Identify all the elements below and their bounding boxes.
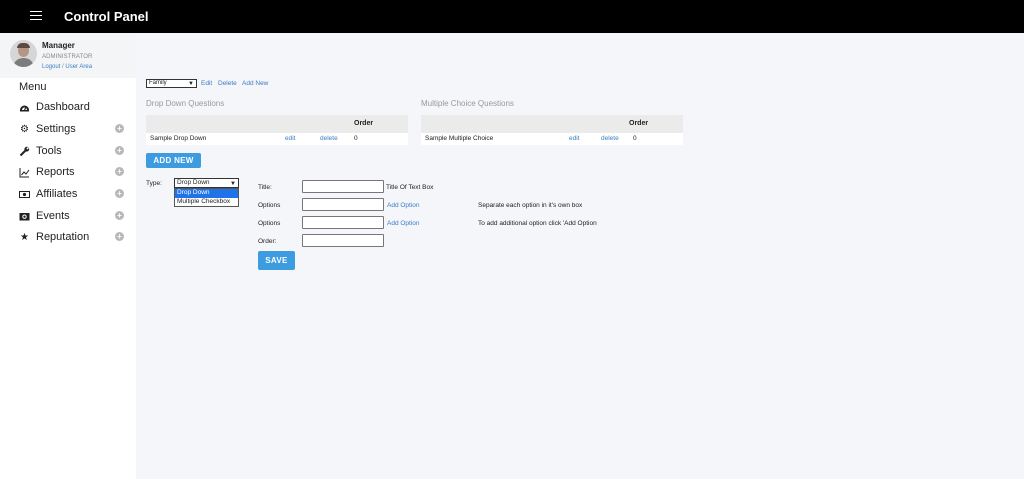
line-chart-icon <box>19 167 30 178</box>
type-options-list: Drop Down Multiple Checkbox <box>174 188 239 207</box>
expand-icon[interactable]: + <box>115 167 124 176</box>
title-hint: Title Of Text Box <box>386 184 434 191</box>
user-name: Manager <box>42 41 75 50</box>
sidebar-item-label: Tools <box>36 145 62 157</box>
table-header: Order <box>421 115 683 133</box>
delete-category-link[interactable]: Delete <box>218 80 237 87</box>
category-select-value: Family <box>149 80 167 86</box>
chevron-down-icon: ▼ <box>230 181 236 187</box>
option-2-label: Options <box>258 220 281 227</box>
options-hint-add: To add additional option click 'Add Opti… <box>478 220 597 227</box>
expand-icon[interactable]: + <box>115 146 124 155</box>
save-button[interactable]: SAVE <box>258 251 295 270</box>
add-new-category-link[interactable]: Add New <box>242 80 268 87</box>
delete-link[interactable]: delete <box>601 135 619 142</box>
menu-heading: Menu <box>19 81 47 93</box>
edit-link[interactable]: edit <box>569 135 579 142</box>
sidebar-item-tools[interactable]: Tools + <box>0 142 136 162</box>
sidebar-item-settings[interactable]: ⚙ Settings + <box>0 120 136 140</box>
wrench-icon <box>19 146 30 157</box>
sidebar-item-label: Events <box>36 210 70 222</box>
sidebar-item-dashboard[interactable]: Dashboard <box>0 98 136 118</box>
hamburger-icon[interactable] <box>30 11 42 21</box>
question-name: Sample Drop Down <box>150 135 207 142</box>
user-links: Logout / User Area <box>42 64 92 70</box>
expand-icon[interactable]: + <box>115 124 124 133</box>
type-select-value: Drop Down <box>177 179 210 186</box>
order-column-header: Order <box>354 120 374 127</box>
table-row: Sample Multiple Choice edit delete 0 <box>421 133 683 145</box>
expand-icon[interactable]: + <box>115 232 124 241</box>
dashboard-icon <box>19 102 30 113</box>
category-select[interactable]: Family ▼ <box>146 79 197 88</box>
edit-link[interactable]: edit <box>285 135 295 142</box>
gear-icon: ⚙ <box>20 124 29 135</box>
table-row: Sample Drop Down edit delete 0 <box>146 133 408 145</box>
sidebar-item-label: Reputation <box>36 231 90 243</box>
avatar <box>10 40 37 67</box>
option-1-input[interactable] <box>302 198 384 211</box>
sidebar-item-label: Settings <box>36 123 76 135</box>
table-header: Order <box>146 115 408 133</box>
sidebar-item-reputation[interactable]: ★ Reputation + <box>0 228 136 248</box>
title-label: Title: <box>258 184 272 191</box>
user-role: ADMINISTRATOR <box>42 54 93 60</box>
sidebar-item-label: Affiliates <box>36 188 78 200</box>
delete-link[interactable]: delete <box>320 135 338 142</box>
type-option-multiple-checkbox[interactable]: Multiple Checkbox <box>175 198 238 207</box>
app-title: Control Panel <box>64 9 149 24</box>
sidebar-item-label: Reports <box>36 166 75 178</box>
order-label: Order: <box>258 238 277 245</box>
add-option-link[interactable]: Add Option <box>387 220 420 227</box>
type-label: Type: <box>146 180 162 187</box>
money-icon <box>19 189 30 200</box>
expand-icon[interactable]: + <box>115 189 124 198</box>
type-option-drop-down[interactable]: Drop Down <box>175 189 238 198</box>
chevron-down-icon: ▼ <box>188 81 194 87</box>
user-profile: Manager ADMINISTRATOR Logout / User Area <box>0 33 136 78</box>
expand-icon[interactable]: + <box>115 211 124 220</box>
add-new-button[interactable]: ADD NEW <box>146 153 201 168</box>
sidebar: Manager ADMINISTRATOR Logout / User Area… <box>0 33 136 479</box>
dropdown-questions-title: Drop Down Questions <box>146 99 225 108</box>
option-2-input[interactable] <box>302 216 384 229</box>
star-icon: ★ <box>20 232 29 243</box>
order-value: 0 <box>633 135 637 142</box>
add-option-link[interactable]: Add Option <box>387 202 420 209</box>
user-area-link[interactable]: User Area <box>65 64 92 70</box>
edit-category-link[interactable]: Edit <box>201 80 212 87</box>
order-column-header: Order <box>629 120 649 127</box>
sidebar-item-reports[interactable]: Reports + <box>0 163 136 183</box>
order-value: 0 <box>354 135 358 142</box>
question-name: Sample Multiple Choice <box>425 135 494 142</box>
sidebar-item-label: Dashboard <box>36 101 90 113</box>
main-content: Family ▼ Edit Delete Add New Drop Down Q… <box>136 33 1024 479</box>
sidebar-item-events[interactable]: Events + <box>0 207 136 227</box>
logout-link[interactable]: Logout <box>42 64 60 70</box>
multiple-choice-questions-title: Multiple Choice Questions <box>421 99 514 108</box>
sidebar-item-affiliates[interactable]: Affiliates + <box>0 185 136 205</box>
top-bar: Control Panel <box>0 0 1024 33</box>
title-input[interactable] <box>302 180 384 193</box>
type-select[interactable]: Drop Down ▼ <box>174 178 239 188</box>
camera-icon <box>19 211 30 222</box>
order-input[interactable] <box>302 234 384 247</box>
option-1-label: Options <box>258 202 281 209</box>
options-hint-separate: Separate each option in it's own box <box>478 202 583 209</box>
